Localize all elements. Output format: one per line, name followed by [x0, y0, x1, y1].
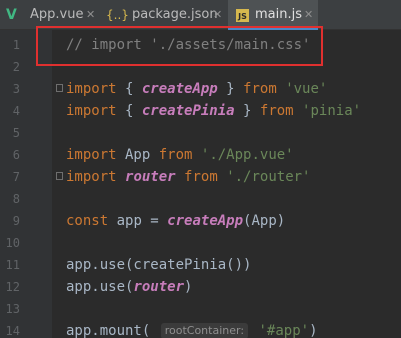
- code-line[interactable]: 4 import { createPinia } from 'pinia': [0, 100, 401, 122]
- code-token: from: [243, 81, 277, 97]
- line-number: 14: [5, 324, 20, 338]
- code-token: }: [217, 81, 244, 97]
- code-token: ): [184, 279, 193, 295]
- code-token: {: [116, 103, 142, 119]
- code-token: './App.vue': [200, 147, 294, 163]
- code-token: const: [66, 213, 109, 229]
- code-text: import router from './router': [66, 166, 310, 188]
- code-text: app.mount( rootContainer: '#app'): [66, 320, 318, 338]
- code-token: app.use(createPinia()): [66, 257, 252, 273]
- code-token: 'pinia': [302, 103, 362, 119]
- code-token: app.use(: [66, 279, 134, 295]
- code-token: import: [66, 81, 117, 97]
- code-line[interactable]: 5: [0, 122, 401, 144]
- code-token: from: [184, 169, 218, 185]
- code-text: import App from './App.vue': [66, 144, 294, 166]
- code-token: (App): [243, 213, 286, 229]
- code-token: createApp: [167, 213, 244, 229]
- code-token: router: [133, 279, 185, 295]
- code-token: app.mount(: [66, 323, 159, 338]
- code-line[interactable]: 9 const app = createApp(App): [0, 210, 401, 232]
- code-text: import { createApp } from 'vue': [66, 78, 327, 100]
- code-editor[interactable]: 1// import './assets/main.css' 2 3 import {…: [0, 34, 401, 338]
- fold-marker-icon[interactable]: [56, 84, 63, 92]
- code-token: import: [66, 147, 117, 163]
- code-text: import { createPinia } from 'pinia': [66, 100, 361, 122]
- line-number: 3: [12, 82, 20, 96]
- code-token: import: [66, 103, 117, 119]
- code-line[interactable]: 3 import { createApp } from 'vue': [0, 78, 401, 100]
- line-number: 13: [5, 302, 20, 316]
- code-line[interactable]: 13: [0, 298, 401, 320]
- code-text: const app = createApp(App): [66, 210, 285, 232]
- code-line[interactable]: 14 app.mount( rootContainer: '#app'): [0, 320, 401, 338]
- line-number: 7: [12, 170, 20, 184]
- code-token: createPinia: [141, 103, 235, 119]
- code-token: createApp: [141, 81, 218, 97]
- code-line[interactable]: 8: [0, 188, 401, 210]
- line-number: 6: [12, 148, 20, 162]
- fold-marker-icon[interactable]: [56, 172, 63, 180]
- line-number: 5: [12, 126, 20, 140]
- code-token: '#app': [258, 323, 310, 338]
- code-token: App: [116, 147, 159, 163]
- code-token: app =: [108, 213, 168, 229]
- code-token: router: [125, 169, 176, 185]
- code-token: }: [234, 103, 260, 119]
- code-line[interactable]: 11 app.use(createPinia()): [0, 254, 401, 276]
- line-number: 9: [12, 214, 20, 228]
- code-text: app.use(router): [66, 276, 192, 298]
- code-line[interactable]: 12 app.use(router): [0, 276, 401, 298]
- line-number: 8: [12, 192, 20, 206]
- line-number: 4: [12, 104, 20, 118]
- code-token: import: [66, 169, 117, 185]
- code-token: {: [116, 81, 142, 97]
- code-line[interactable]: 7 import router from './router': [0, 166, 401, 188]
- line-number: 10: [5, 236, 20, 250]
- line-number: 1: [12, 38, 20, 52]
- line-number: 2: [12, 60, 20, 74]
- code-token: from: [158, 147, 193, 163]
- vue-file-icon: V: [6, 7, 17, 23]
- line-number: 12: [5, 280, 20, 294]
- line-number: 11: [5, 258, 20, 272]
- highlight-annotation-box: [36, 26, 323, 66]
- code-line[interactable]: 6 import App from './App.vue': [0, 144, 401, 166]
- code-token: 'vue': [285, 81, 328, 97]
- code-token: ): [309, 323, 318, 338]
- parameter-hint: rootContainer:: [160, 323, 249, 338]
- code-token: from: [259, 103, 294, 119]
- code-token: './router': [226, 169, 311, 185]
- code-text: app.use(createPinia()): [66, 254, 251, 276]
- code-line[interactable]: 10: [0, 232, 401, 254]
